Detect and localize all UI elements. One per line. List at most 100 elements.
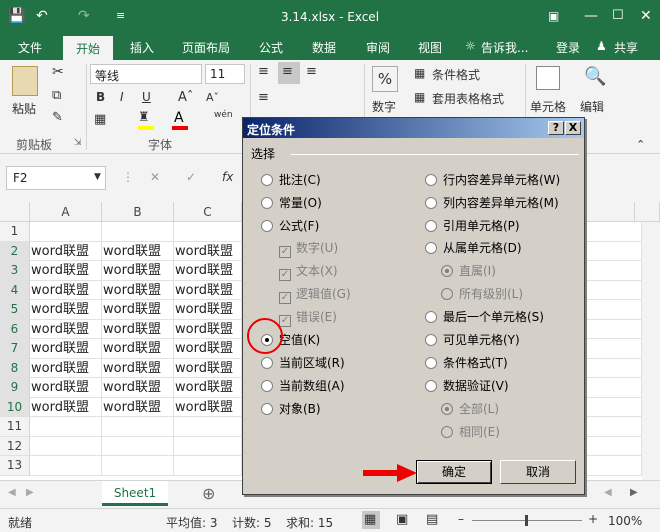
grid-cell[interactable] [585,456,642,476]
grid-cell[interactable]: word联盟 [174,397,242,417]
fill-color-icon[interactable]: ♜ [138,110,150,125]
row-header[interactable]: 6 [0,319,30,339]
radio-option[interactable]: 当前区域(R) [261,355,345,371]
row-header[interactable]: 1 [0,222,30,242]
column-header-c[interactable]: C [174,202,242,222]
radio-option[interactable]: 当前数组(A) [261,378,345,394]
radio-button[interactable] [261,403,273,415]
grid-cell[interactable]: word联盟 [174,339,242,359]
grid-cell[interactable]: word联盟 [174,241,242,261]
borders-icon[interactable]: ▦ [94,112,106,127]
column-header[interactable] [585,202,635,222]
sign-in-link[interactable]: 登录 [556,39,580,56]
grid-cell[interactable] [30,436,102,456]
radio-option[interactable]: 公式(F) [261,218,319,234]
hscroll-right-icon[interactable]: ▶ [630,487,638,498]
align-middle-icon[interactable]: ≡ [282,64,293,79]
number-format-button[interactable]: % [372,66,398,92]
bold-button[interactable]: B [96,90,105,104]
name-box[interactable]: F2 [6,166,106,190]
grid-cell[interactable] [174,417,242,437]
insert-function-button[interactable]: fx [222,170,233,184]
row-header[interactable]: 9 [0,378,30,398]
cut-icon[interactable]: ✂ [52,64,64,80]
radio-option[interactable]: 行内容差异单元格(W) [425,172,560,188]
cells-icon[interactable] [536,66,560,90]
grid-cell[interactable] [585,300,642,320]
grid-cell[interactable] [585,241,642,261]
add-sheet-icon[interactable]: ⊕ [202,484,215,503]
normal-view-icon[interactable]: ▦ [364,512,376,527]
ok-button[interactable]: 确定 [416,460,492,484]
row-header[interactable]: 10 [0,397,30,417]
tab-data[interactable]: 数据 [312,39,336,56]
radio-option[interactable]: 对象(B) [261,401,321,417]
grid-cell[interactable]: word联盟 [102,300,174,320]
grid-cell[interactable] [102,417,174,437]
page-layout-view-icon[interactable]: ▣ [396,512,408,527]
cancel-button[interactable]: 取消 [500,460,576,484]
radio-button[interactable] [425,357,437,369]
grid-cell[interactable] [30,222,102,242]
grid-cell[interactable]: word联盟 [30,280,102,300]
tab-view[interactable]: 视图 [418,39,442,56]
collapse-ribbon-icon[interactable]: ⌃ [636,138,645,151]
zoom-slider-thumb[interactable] [525,515,528,526]
row-header[interactable]: 4 [0,280,30,300]
align-top-icon[interactable]: ≡ [258,64,269,79]
cells-button[interactable]: 单元格 [530,98,566,115]
radio-option[interactable]: 引用单元格(P) [425,218,520,234]
tab-insert[interactable]: 插入 [130,39,154,56]
grid-cell[interactable] [585,339,642,359]
scroll-left-icon[interactable]: ◀ [8,487,16,498]
paste-icon[interactable] [12,66,38,96]
row-header[interactable]: 5 [0,300,30,320]
radio-button[interactable] [425,380,437,392]
grid-cell[interactable]: word联盟 [102,397,174,417]
radio-option[interactable]: 列内容差异单元格(M) [425,195,559,211]
zoom-level[interactable]: 100% [608,514,642,528]
radio-button[interactable] [261,174,273,186]
grid-cell[interactable] [174,222,242,242]
grid-cell[interactable] [585,397,642,417]
column-header-b[interactable]: B [102,202,174,222]
zoom-out-icon[interactable]: – [458,512,464,526]
radio-button[interactable] [261,380,273,392]
grid-cell[interactable]: word联盟 [174,280,242,300]
confirm-entry-icon[interactable]: ✓ [186,170,196,184]
grid-cell[interactable]: word联盟 [30,319,102,339]
radio-option[interactable]: 可见单元格(Y) [425,332,520,348]
row-header[interactable]: 13 [0,456,30,476]
conditional-format-icon[interactable]: ▦ [414,66,425,80]
grid-cell[interactable]: word联盟 [174,378,242,398]
grid-cell[interactable] [102,456,174,476]
grid-cell[interactable] [174,436,242,456]
align-bottom-icon[interactable]: ≡ [306,64,317,79]
grid-cell[interactable]: word联盟 [30,261,102,281]
radio-option[interactable]: 条件格式(T) [425,355,508,371]
search-icon[interactable]: 🔍 [584,66,606,87]
copy-icon[interactable]: ⧉ [52,88,61,103]
tab-home[interactable]: 开始 [63,36,113,60]
radio-option[interactable]: 批注(C) [261,172,321,188]
grid-cell[interactable] [585,222,642,242]
grid-cell[interactable]: word联盟 [30,397,102,417]
radio-option[interactable]: 最后一个单元格(S) [425,309,544,325]
format-painter-icon[interactable]: ✎ [52,110,63,125]
underline-button[interactable]: U [142,90,151,104]
name-box-dropdown-icon[interactable]: ▼ [94,172,101,182]
grid-cell[interactable]: word联盟 [102,358,174,378]
grid-cell[interactable]: word联盟 [102,378,174,398]
radio-option[interactable]: 从属单元格(D) [425,240,522,256]
grid-cell[interactable] [102,436,174,456]
align-left-icon[interactable]: ≡ [258,90,269,105]
grid-cell[interactable]: word联盟 [102,280,174,300]
grid-cell[interactable] [585,358,642,378]
font-grow-icon[interactable]: Aˆ [178,90,193,105]
tab-review[interactable]: 审阅 [366,39,390,56]
grid-cell[interactable] [585,319,642,339]
grid-cell[interactable]: word联盟 [174,358,242,378]
radio-button[interactable] [425,197,437,209]
font-shrink-icon[interactable]: Aˇ [206,91,219,104]
radio-button[interactable] [261,197,273,209]
